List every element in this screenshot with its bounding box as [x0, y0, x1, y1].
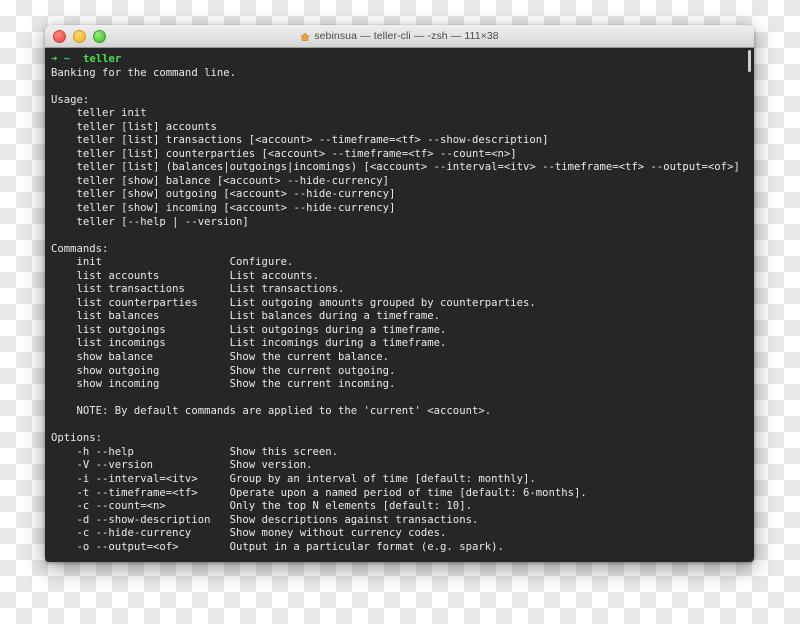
title-bar[interactable]: sebinsua — teller-cli — -zsh — 111×38 — [45, 25, 754, 48]
window-title-text: sebinsua — teller-cli — -zsh — 111×38 — [314, 30, 499, 42]
scrollbar-thumb[interactable] — [748, 50, 751, 72]
window-title-container: sebinsua — teller-cli — -zsh — 111×38 — [45, 30, 754, 42]
terminal-window: sebinsua — teller-cli — -zsh — 111×38 ➜ … — [45, 25, 754, 562]
terminal-text: ➜ ~ teller Banking for the command line.… — [51, 53, 740, 553]
home-icon — [300, 32, 310, 42]
terminal-output-area[interactable]: ➜ ~ teller Banking for the command line.… — [45, 48, 754, 562]
